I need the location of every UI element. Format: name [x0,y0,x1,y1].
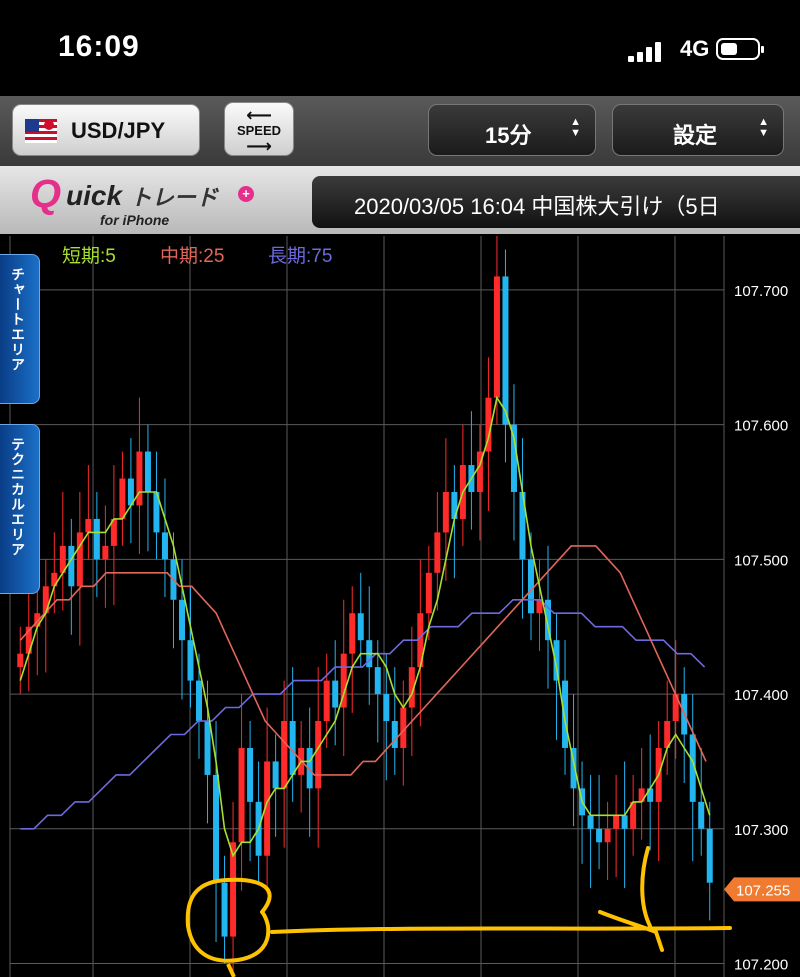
candle-body [493,276,500,398]
arrow-left-icon: ⟵ [246,105,272,125]
candle-body [391,721,398,748]
technical-area-tab-label: テクニカルエリア [10,437,26,557]
candle-body [596,828,603,843]
candle-body [332,680,339,708]
candle-body [442,491,449,533]
brand-bar: Q uick トレード + for iPhone 2020/03/05 16:0… [0,166,800,234]
speed-button[interactable]: ⟵ SPEED ⟶ [224,102,294,156]
us-flag-icon [25,119,57,143]
status-bar: 16:09 4G [0,0,800,96]
candle-body [434,532,441,573]
chart-area-tab-label: チャートエリア [10,267,26,372]
settings-label: 設定 [673,123,718,148]
candle-body [136,451,143,506]
battery-icon [716,38,764,60]
updown-chevron-icon: ▲ ▼ [570,116,581,139]
signal-icon [628,40,668,62]
candle-body [510,424,517,492]
candle-body [187,640,194,681]
price-axis-label: 107.300 [734,822,788,839]
candle-body [587,815,594,829]
legend-entry: 長期:75 [268,245,332,267]
chart-area-tab[interactable]: チャートエリア [0,254,40,404]
price-axis-label: 107.700 [734,283,788,300]
candle-body [383,694,390,722]
chart-canvas[interactable]: 107.700 107.600 107.500 107.400 107.300 107.2… [0,236,800,977]
ma-mid-line [19,545,707,776]
candle-body [502,276,509,425]
current-price-label: 107.255 [736,882,790,899]
annotation-circle [185,877,272,963]
currency-pair-button[interactable]: USD/JPY [12,104,200,156]
candle-body [85,518,92,533]
candle-body [161,532,168,560]
candle-body [76,532,83,587]
candle-body [323,680,330,722]
logo-kana: トレード [129,185,218,210]
annotation-arrow [598,846,664,952]
interval-selector[interactable]: 15分 ▲ ▼ [428,104,596,156]
currency-pair-label: USD/JPY [71,118,166,143]
candle-body [698,801,705,829]
candle-body [68,545,75,587]
quick-trade-logo: Q uick トレード + for iPhone [30,172,290,230]
settings-selector[interactable]: 設定 ▲ ▼ [612,104,784,156]
legend-entry: 短期:5 [62,245,116,267]
candle-body [247,747,254,802]
candle-body [178,599,185,641]
candle-body [93,518,100,560]
candle-body [357,613,364,641]
candle-body [374,667,381,695]
price-axis-label: 107.200 [734,957,788,974]
network-type: 4G [680,36,710,61]
candle-body [119,478,126,519]
candle-body [349,613,356,654]
price-chart[interactable]: 107.700 107.600 107.500 107.400 107.300 107.2… [0,236,800,977]
candle-body [281,721,288,789]
logo-main: uick [66,180,123,211]
candle-body [621,815,628,829]
news-ticker[interactable]: 2020/03/05 16:04 中国株大引け（5日 [312,176,800,228]
candle-body [213,774,220,883]
candle-body [221,882,228,937]
plus-icon: + [238,186,254,202]
price-axis-label: 107.500 [734,552,788,569]
candle-body [527,559,534,614]
candle-body [196,680,203,722]
price-axis-label: 107.600 [734,418,788,435]
candle-body [315,721,322,789]
price-axis-label: 107.400 [734,687,788,704]
toolbar: USD/JPY ⟵ SPEED ⟶ 15分 ▲ ▼ 設定 ▲ ▼ [0,96,800,167]
interval-label: 15分 [485,123,532,148]
annotation-line [270,926,732,934]
candle-body [17,653,24,668]
technical-area-tab[interactable]: テクニカルエリア [0,424,40,594]
legend-entry: 中期:25 [160,245,224,267]
candle-body [272,761,279,789]
updown-chevron-icon: ▲ ▼ [758,116,769,139]
candle-body [204,721,211,775]
arrow-right-icon: ⟶ [246,136,272,156]
status-time: 16:09 [58,30,140,63]
candle-body [562,680,569,748]
candle-body [425,572,432,614]
candle-body [144,451,151,492]
candle-body [604,828,611,843]
candle-body [102,545,109,560]
candle-body [706,828,713,883]
candle-body [238,747,245,843]
logo-q: Q [30,172,62,216]
logo-subtitle: for iPhone [100,212,170,228]
candle-body [613,815,620,829]
ticker-text: 2020/03/05 16:04 中国株大引け（5日 [354,194,720,219]
